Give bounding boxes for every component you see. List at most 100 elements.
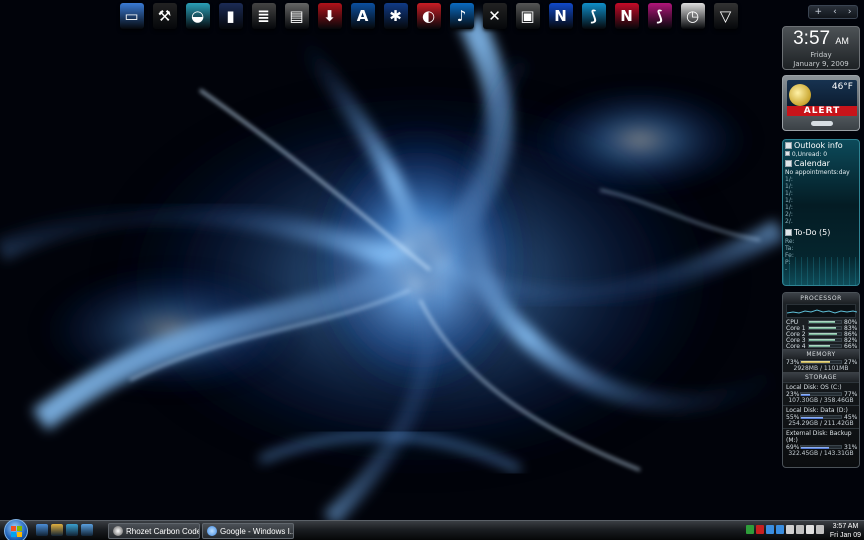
sidebar-controls: + ‹ › xyxy=(808,5,858,19)
memory-bar-fill xyxy=(801,361,831,363)
processor-rows: CPU 80% Core 1 83% Core 2 86% Core 3 82% Core 46… xyxy=(783,319,859,350)
mail-icon xyxy=(785,151,790,156)
dock-item[interactable]: ▣ xyxy=(512,0,543,32)
taskbar: Rhozet Carbon Coder Google - Windows I..… xyxy=(0,519,864,540)
processor-row-bar-fill xyxy=(809,345,831,347)
messenger-icon[interactable] xyxy=(766,525,774,534)
processor-row-label: Core 4 xyxy=(786,342,806,350)
task-rhozet-carbon-coder[interactable]: Rhozet Carbon Coder xyxy=(108,523,200,539)
tools-icon: ⚒ xyxy=(152,3,177,29)
app-blue-icon: N xyxy=(548,3,573,29)
internet-explorer-icon[interactable] xyxy=(81,524,93,536)
device-icon[interactable] xyxy=(796,525,804,534)
dock-item[interactable]: N xyxy=(611,0,642,32)
dock-item[interactable]: ◷ xyxy=(677,0,708,32)
desktop-wallpaper xyxy=(0,0,864,520)
dock-item[interactable]: ≣ xyxy=(248,0,279,32)
dock-item[interactable]: ⚒ xyxy=(149,0,180,32)
dock-item[interactable]: ◒ xyxy=(182,0,213,32)
memory-title: MEMORY xyxy=(783,349,859,359)
calendar-entry[interactable]: 1/: xyxy=(783,183,859,190)
dock-item[interactable]: ⟆ xyxy=(578,0,609,32)
image-icon: ◐ xyxy=(416,3,441,29)
stack-icon: ≣ xyxy=(251,3,276,29)
todo-header[interactable]: To-Do (5) xyxy=(783,227,859,238)
disk-detail: 107.30GB / 358.46GB xyxy=(788,397,854,404)
todo-entry[interactable]: Re: xyxy=(783,238,859,245)
calendar-entry[interactable]: 1/: xyxy=(783,204,859,211)
app-red-icon: N xyxy=(614,3,639,29)
calendar-title: Calendar xyxy=(794,159,830,168)
task-label: Rhozet Carbon Coder xyxy=(126,526,200,536)
disk-bar-fill xyxy=(801,416,823,419)
dock-item[interactable]: ✕ xyxy=(479,0,510,32)
processor-graph xyxy=(786,304,858,318)
dock-item[interactable]: ▮ xyxy=(215,0,246,32)
dock-item[interactable]: N xyxy=(545,0,576,32)
show-desktop-icon[interactable] xyxy=(36,524,48,536)
internet-explorer-icon xyxy=(207,526,217,536)
calendar-entry[interactable]: 1/: xyxy=(783,176,859,183)
calendar-entry[interactable]: 2/. xyxy=(783,218,859,225)
disk-bar xyxy=(800,415,842,419)
games-icon: ✕ xyxy=(482,3,507,29)
disk-bar xyxy=(800,392,842,396)
printer-icon[interactable] xyxy=(786,525,794,534)
processor-row-bar xyxy=(808,344,842,348)
font-icon: A xyxy=(350,3,375,29)
calendar-entry[interactable]: 1/: xyxy=(783,190,859,197)
switch-windows-icon[interactable] xyxy=(66,524,78,536)
weather-alert[interactable]: ALERT xyxy=(787,106,857,116)
outlook-decoration xyxy=(783,257,859,285)
taskbar-time: 3:57 AM xyxy=(832,523,859,530)
outlook-unread: 0,Unread: 0 xyxy=(783,151,859,158)
add-gadget-button[interactable]: + xyxy=(815,7,823,17)
processor-row-bar xyxy=(808,338,842,342)
previous-gadget-page-button[interactable]: ‹ xyxy=(833,7,837,17)
taskbar-clock[interactable]: 3:57 AM Fri Jan 09 xyxy=(830,522,861,540)
dock-item[interactable]: ▭ xyxy=(116,0,147,32)
download-icon: ⬇ xyxy=(317,3,342,29)
weather-gadget[interactable]: 46°F ALERT xyxy=(782,75,860,131)
processor-title: PROCESSOR xyxy=(783,293,859,303)
processor-row-bar-fill xyxy=(809,327,836,329)
safely-remove-icon[interactable] xyxy=(806,525,814,534)
todo-entry[interactable]: Ta: xyxy=(783,245,859,252)
update-icon[interactable] xyxy=(776,525,784,534)
calendar-icon xyxy=(785,160,792,167)
windows-logo-icon xyxy=(11,526,22,537)
weather-toggle-button[interactable] xyxy=(811,121,833,126)
clock-ampm: AM xyxy=(835,36,849,46)
dock-item[interactable]: ✱ xyxy=(380,0,411,32)
disk-name: External Disk: Backup (M:) xyxy=(786,430,852,444)
book-icon: ▮ xyxy=(218,3,243,29)
dock-item[interactable]: ♪ xyxy=(446,0,477,32)
calendar-entry[interactable]: 2/: xyxy=(783,211,859,218)
windows-explorer-icon[interactable] xyxy=(51,524,63,536)
antivirus-icon[interactable] xyxy=(756,525,764,534)
dock-item[interactable]: ▽ xyxy=(710,0,741,32)
dock-item[interactable]: ⬇ xyxy=(314,0,345,32)
disk-item[interactable]: External Disk: Backup (M:) 69% 31% 322.45GB… xyxy=(783,428,859,458)
disk-bar-fill xyxy=(801,446,829,449)
dock-item[interactable]: ⟆ xyxy=(644,0,675,32)
outlook-gadget: Outlook info 0,Unread: 0 Calendar No app… xyxy=(782,139,860,286)
network-status-icon[interactable] xyxy=(746,525,754,534)
processor-row-bar-fill xyxy=(809,321,835,323)
outlook-icon xyxy=(785,142,792,149)
disk-item[interactable]: Local Disk: Data (D:) 55% 45% 254.29GB / 21… xyxy=(783,405,859,428)
music-icon: ♪ xyxy=(449,3,474,29)
volume-icon[interactable] xyxy=(816,525,824,534)
calendar-header[interactable]: Calendar xyxy=(783,158,859,169)
dock-item[interactable]: ◐ xyxy=(413,0,444,32)
clock-time: 3:57 AM xyxy=(783,29,859,51)
outlook-header[interactable]: Outlook info xyxy=(783,140,859,151)
clock-gadget[interactable]: 3:57 AM Friday January 9, 2009 xyxy=(782,26,860,70)
calendar-entry[interactable]: 1/: xyxy=(783,197,859,204)
start-button[interactable] xyxy=(4,519,28,540)
dock-item[interactable]: ▤ xyxy=(281,0,312,32)
next-gadget-page-button[interactable]: › xyxy=(848,7,852,17)
disk-item[interactable]: Local Disk: OS (C:) 23% 77% 107.30GB / 358.… xyxy=(783,382,859,405)
task-google-windows-internet-explorer[interactable]: Google - Windows I... xyxy=(202,523,294,539)
dock-item[interactable]: A xyxy=(347,0,378,32)
